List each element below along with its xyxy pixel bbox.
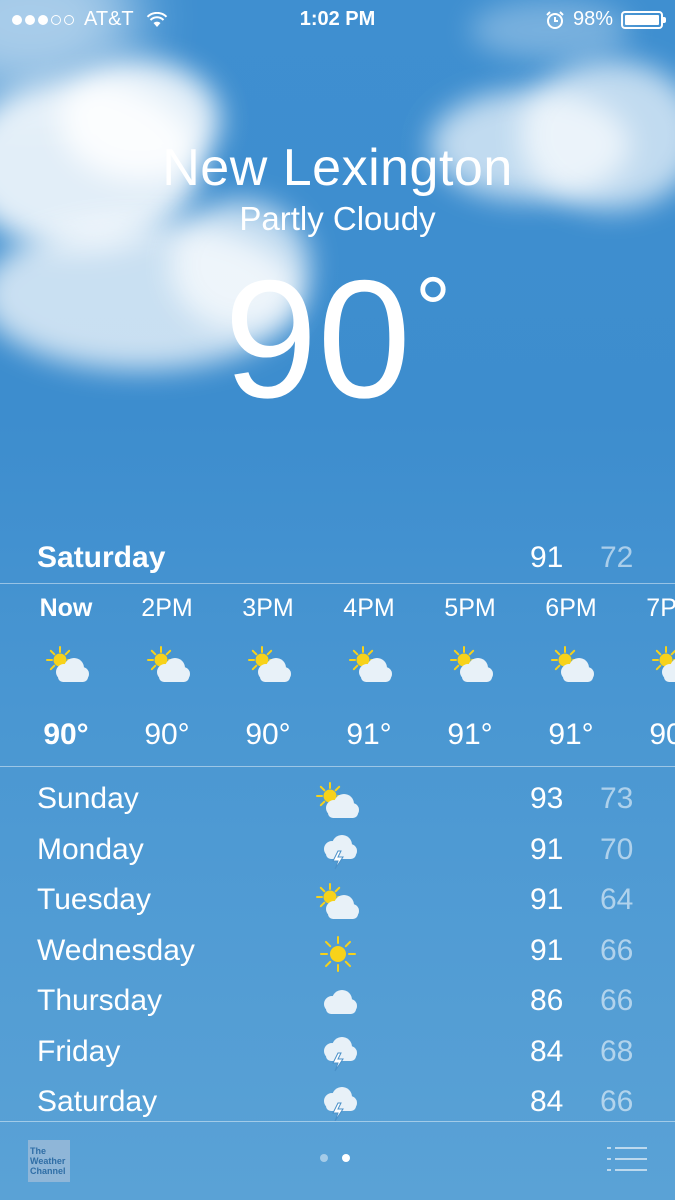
day-low: 68 bbox=[600, 1034, 634, 1068]
daily-row: Thursday 86 66 bbox=[0, 978, 675, 1028]
current-condition: Partly Cloudy bbox=[239, 200, 436, 237]
day-name: Sunday bbox=[37, 782, 139, 815]
bottom-toolbar: The Weather Channel bbox=[0, 1122, 675, 1200]
day-low: 73 bbox=[600, 782, 634, 815]
partly-cloudy-icon bbox=[316, 782, 360, 822]
today-day: Saturday bbox=[37, 541, 166, 574]
daily-row: Tuesday 91 64 bbox=[0, 877, 675, 927]
daily-row: Sunday 93 73 bbox=[0, 776, 675, 826]
hour-temperature: 91° bbox=[548, 718, 594, 751]
hour-label: 3PM bbox=[242, 594, 294, 622]
daily-row: Monday 91 70 bbox=[0, 827, 675, 877]
hour-label: 7PM bbox=[646, 594, 675, 622]
daily-row: Wednesday 91 66 bbox=[0, 928, 675, 978]
partly-cloudy-icon bbox=[46, 646, 90, 686]
battery-percent: 98% bbox=[572, 8, 613, 30]
today-summary: Saturday 91 72 bbox=[0, 538, 675, 582]
current-temperature: 90° bbox=[0, 255, 675, 423]
partly-cloudy-icon bbox=[147, 646, 191, 686]
day-high: 84 bbox=[530, 1085, 564, 1118]
degree-symbol: ° bbox=[414, 260, 451, 360]
page-dot[interactable] bbox=[320, 1154, 328, 1162]
list-icon[interactable] bbox=[607, 1146, 647, 1172]
page-dot-current[interactable] bbox=[342, 1154, 350, 1162]
day-low: 66 bbox=[600, 933, 634, 967]
temperature-value: 90 bbox=[224, 245, 411, 433]
partly-cloudy-icon bbox=[248, 646, 292, 686]
day-high: 86 bbox=[530, 984, 564, 1017]
day-high: 84 bbox=[530, 1034, 564, 1068]
battery-icon bbox=[621, 10, 666, 29]
day-high: 91 bbox=[530, 832, 564, 866]
day-high: 91 bbox=[530, 933, 564, 967]
hour-temperature: 90° bbox=[649, 718, 675, 751]
thunderstorm-icon bbox=[316, 1035, 360, 1075]
hour-temperature: 91° bbox=[447, 718, 493, 751]
weather-channel-logo[interactable]: The Weather Channel bbox=[28, 1140, 70, 1182]
daily-row: Friday 84 68 bbox=[0, 1029, 675, 1079]
city-name: New Lexington bbox=[162, 139, 513, 197]
day-low: 66 bbox=[600, 984, 634, 1017]
partly-cloudy-icon bbox=[551, 646, 595, 686]
thunderstorm-icon bbox=[316, 833, 360, 873]
partly-cloudy-icon bbox=[349, 646, 393, 686]
today-low: 72 bbox=[600, 541, 634, 574]
today-high: 91 bbox=[530, 541, 564, 574]
day-name: Monday bbox=[37, 832, 144, 866]
partly-cloudy-icon bbox=[316, 883, 360, 923]
day-name: Thursday bbox=[37, 984, 163, 1017]
status-bar: AT&T 1:02 PM 98% bbox=[0, 0, 675, 38]
day-name: Wednesday bbox=[37, 933, 195, 967]
hour-temperature: 90° bbox=[43, 718, 89, 751]
hour-label: 5PM bbox=[444, 594, 496, 622]
hour-label: 6PM bbox=[545, 594, 597, 622]
alarm-icon bbox=[546, 10, 564, 29]
day-name: Saturday bbox=[37, 1085, 158, 1118]
day-low: 66 bbox=[600, 1085, 634, 1118]
partly-cloudy-icon bbox=[450, 646, 494, 686]
day-name: Friday bbox=[37, 1034, 121, 1068]
hour-temperature: 91° bbox=[346, 718, 392, 751]
partly-cloudy-icon bbox=[652, 646, 675, 686]
hour-label: Now bbox=[39, 594, 93, 622]
cloud-icon bbox=[316, 984, 360, 1024]
day-high: 93 bbox=[530, 782, 564, 815]
sun-icon bbox=[316, 934, 360, 974]
page-indicator[interactable] bbox=[320, 1154, 350, 1162]
thunderstorm-icon bbox=[316, 1085, 360, 1125]
divider bbox=[0, 766, 675, 767]
hourly-forecast[interactable]: Now 90° 2PM 90° 3PM 90° 4PM 91° 5PM 91° 6PM 9… bbox=[0, 584, 675, 766]
hour-label: 2PM bbox=[141, 594, 193, 622]
day-name: Tuesday bbox=[37, 883, 151, 916]
day-high: 91 bbox=[530, 883, 564, 916]
day-low: 64 bbox=[600, 883, 634, 916]
day-low: 70 bbox=[600, 832, 634, 866]
hour-label: 4PM bbox=[343, 594, 395, 622]
hour-temperature: 90° bbox=[144, 718, 190, 751]
hour-temperature: 90° bbox=[245, 718, 291, 751]
